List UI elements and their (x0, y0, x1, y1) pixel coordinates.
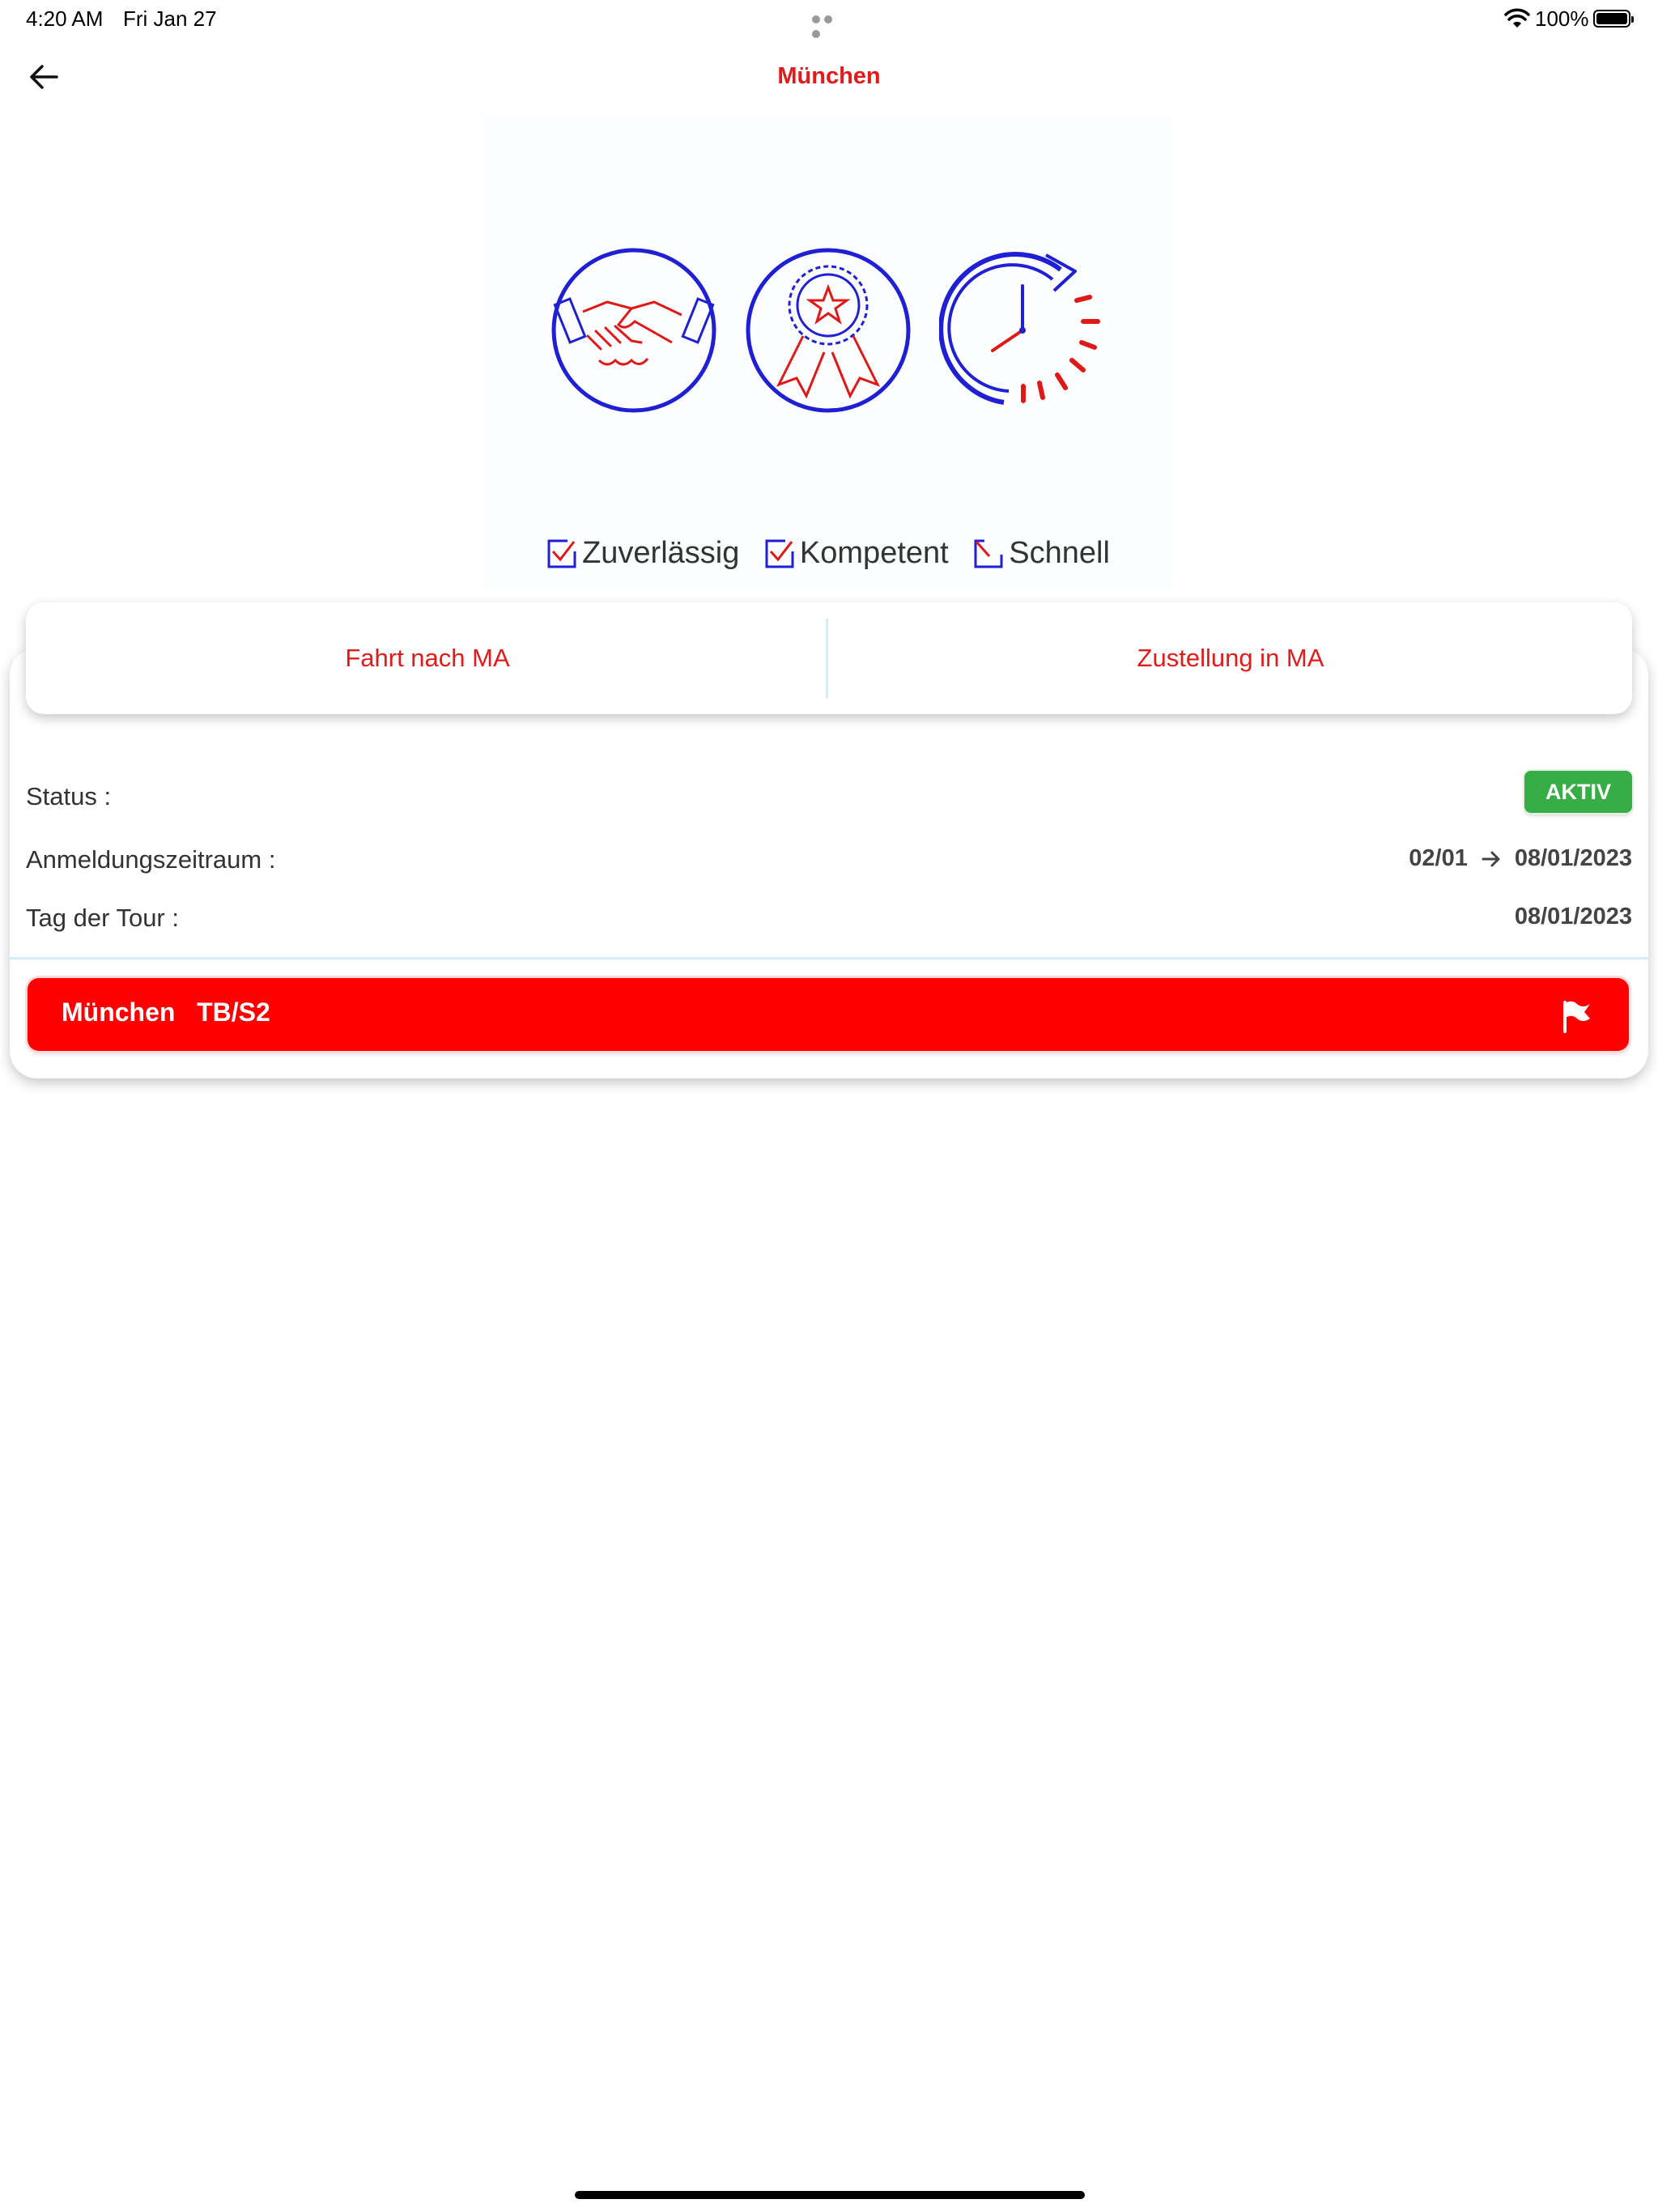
period-from: 02/01 (1409, 845, 1468, 871)
award-rosette-icon (746, 248, 911, 413)
status-row: Status : AKTIV (26, 771, 1632, 823)
wifi-icon (1504, 8, 1530, 28)
registration-period-row: Anmeldungszeitraum : 02/01 08/01/2023 (26, 845, 1632, 886)
status-date: Fri Jan 27 (123, 6, 217, 31)
hero-labels: Zuverlässig Kompetent Schnell (484, 536, 1172, 577)
tab-divider (826, 619, 828, 698)
tab-drive-to-ma[interactable]: Fahrt nach MA (26, 602, 829, 714)
registration-period-label: Anmeldungszeitraum : (26, 845, 276, 874)
checkbox-checked-icon (547, 539, 576, 568)
checkbox-checked-icon (765, 539, 794, 568)
checkbox-checked-icon (974, 539, 1003, 568)
flag-icon (1563, 1001, 1590, 1033)
multitasking-dots-icon[interactable] (812, 13, 848, 38)
page-title: München (777, 63, 881, 89)
tour-day-label: Tag der Tour : (26, 904, 179, 932)
tour-day-row: Tag der Tour : 08/01/2023 (26, 904, 1632, 944)
hero-label-reliable: Zuverlässig (546, 536, 739, 571)
battery-percent: 100% (1535, 6, 1589, 31)
hero-label-competent: Kompetent (764, 536, 949, 571)
tour-day-value: 08/01/2023 (1514, 904, 1632, 929)
registration-period-value: 02/01 08/01/2023 (1409, 845, 1632, 872)
home-indicator[interactable] (575, 2191, 1085, 2199)
divider (10, 957, 1648, 959)
status-bar: 4:20 AM Fri Jan 27 100% (0, 0, 1658, 39)
tab-bar: Fahrt nach MA Zustellung in MA (26, 602, 1632, 714)
hero-label-fast: Schnell (973, 536, 1110, 571)
battery-icon (1593, 10, 1634, 28)
hero-banner: Zuverlässig Kompetent Schnell (484, 113, 1172, 591)
tour-button[interactable]: München TB/S2 (28, 978, 1629, 1051)
status-badge: AKTIV (1524, 771, 1632, 813)
status-label: Status : (26, 782, 112, 810)
tour-button-label: München TB/S2 (62, 998, 270, 1027)
arrow-right-icon (1482, 851, 1500, 866)
status-time: 4:20 AM (26, 6, 104, 31)
period-to: 08/01/2023 (1514, 845, 1632, 871)
handshake-icon (551, 248, 716, 413)
clock-refresh-icon (939, 252, 1100, 405)
tab-delivery-in-ma[interactable]: Zustellung in MA (829, 602, 1632, 714)
